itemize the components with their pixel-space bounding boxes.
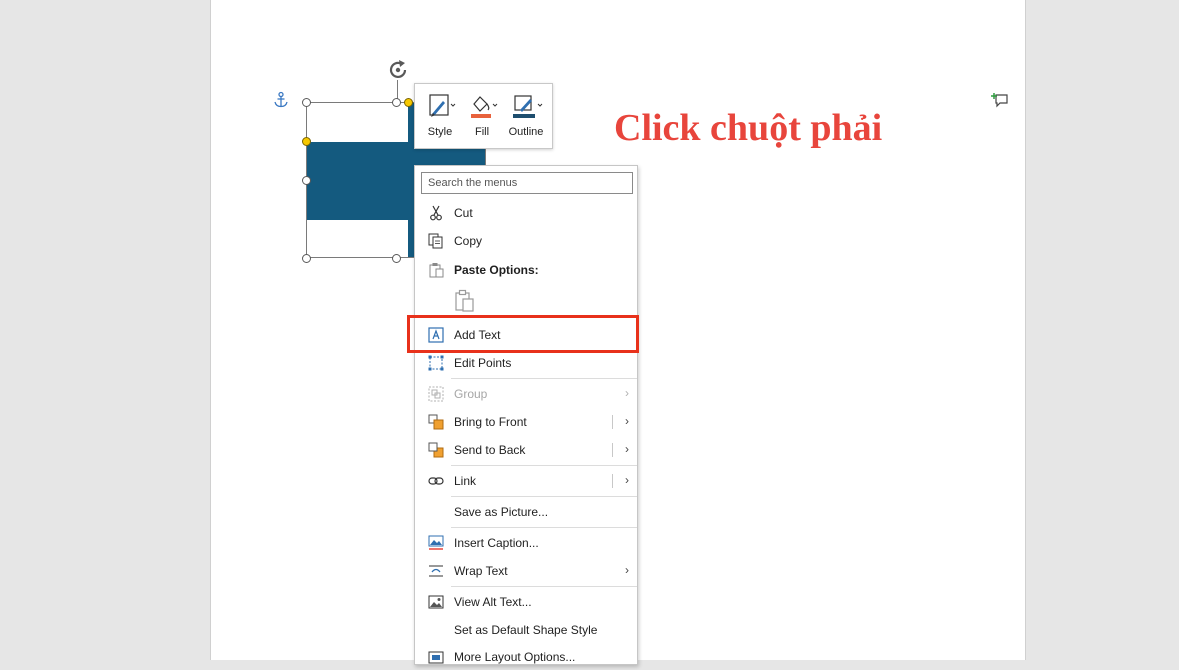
bring-to-front-label: Bring to Front <box>454 415 527 429</box>
paste-keep-source-icon[interactable] <box>453 289 477 313</box>
fill-label: Fill <box>474 126 490 138</box>
handle-middle-left[interactable] <box>302 176 311 185</box>
adjust-handle-top[interactable] <box>404 98 413 107</box>
menu-item-bring-to-front[interactable]: Bring to Front › <box>416 409 637 435</box>
group-label: Group <box>454 387 488 401</box>
fill-bucket-icon <box>471 96 498 118</box>
menu-item-group: Group › <box>416 381 637 407</box>
adjust-handle-left[interactable] <box>302 137 311 146</box>
fill-button[interactable]: Fill <box>461 88 503 144</box>
wrap-text-label: Wrap Text <box>454 564 508 578</box>
mini-toolbar: Style Fill Outline <box>414 83 553 149</box>
menu-divider <box>451 496 637 497</box>
group-icon <box>428 386 444 402</box>
search-menus-input[interactable] <box>421 172 633 194</box>
menu-item-view-alt-text[interactable]: View Alt Text... <box>416 589 637 615</box>
copy-label: Copy <box>454 234 483 248</box>
menu-item-wrap-text[interactable]: Wrap Text › <box>416 558 637 584</box>
menu-divider <box>451 527 637 528</box>
menu-item-copy[interactable]: Copy <box>416 228 637 254</box>
shape-outline-icon <box>513 95 543 118</box>
chevron-right-icon[interactable]: › <box>625 473 629 487</box>
view-alt-text-label: View Alt Text... <box>454 595 532 609</box>
cut-label: Cut <box>454 206 473 220</box>
menu-item-insert-caption[interactable]: Insert Caption... <box>416 530 637 556</box>
edit-points-label: Edit Points <box>454 356 512 370</box>
handle-top-middle[interactable] <box>392 98 401 107</box>
paste-options-label: Paste Options: <box>454 263 539 277</box>
scissors-icon <box>430 205 442 221</box>
menu-item-link[interactable]: Link › <box>416 468 637 494</box>
wrap-text-icon <box>429 565 443 577</box>
new-comment-icon[interactable] <box>991 91 1009 109</box>
add-text-highlight <box>407 315 639 353</box>
anchor-icon[interactable] <box>272 91 290 109</box>
menu-item-more-layout-options[interactable]: More Layout Options... <box>416 644 637 670</box>
copy-icon <box>428 233 443 249</box>
insert-caption-label: Insert Caption... <box>454 536 539 550</box>
outline-button[interactable]: Outline <box>503 88 549 144</box>
menu-item-set-default-shape-style[interactable]: Set as Default Shape Style <box>416 617 637 643</box>
style-label: Style <box>427 126 453 138</box>
menu-divider <box>451 378 637 379</box>
rotate-handle-icon[interactable] <box>386 58 410 82</box>
set-default-shape-style-label: Set as Default Shape Style <box>454 623 598 637</box>
alt-text-icon <box>428 595 444 609</box>
edit-points-icon <box>428 355 444 371</box>
outline-label: Outline <box>508 126 544 138</box>
chevron-right-icon[interactable]: › <box>625 414 629 428</box>
more-layout-options-label: More Layout Options... <box>454 650 576 664</box>
annotation-text: Click chuột phải <box>614 107 883 149</box>
menu-divider <box>451 465 637 466</box>
shape-style-icon <box>429 94 456 117</box>
bring-to-front-icon <box>428 414 444 430</box>
send-to-back-icon <box>428 442 444 458</box>
link-label: Link <box>454 474 477 488</box>
chevron-right-icon[interactable]: › <box>625 563 629 577</box>
paste-icon <box>429 263 444 278</box>
submenu-separator <box>612 474 613 488</box>
save-as-picture-label: Save as Picture... <box>454 505 549 519</box>
chevron-right-icon[interactable]: › <box>625 442 629 456</box>
submenu-separator <box>612 415 613 429</box>
menu-item-save-as-picture[interactable]: Save as Picture... <box>416 499 637 525</box>
handle-bottom-middle[interactable] <box>392 254 401 263</box>
handle-bottom-left[interactable] <box>302 254 311 263</box>
link-icon <box>428 477 444 485</box>
menu-item-edit-points[interactable]: Edit Points <box>416 350 637 376</box>
menu-item-paste-options: Paste Options: <box>416 257 637 283</box>
menu-item-cut[interactable]: Cut <box>416 200 637 226</box>
chevron-right-icon: › <box>625 386 629 400</box>
layout-options-icon <box>428 651 444 664</box>
menu-item-send-to-back[interactable]: Send to Back › <box>416 437 637 463</box>
style-button[interactable]: Style <box>419 88 461 144</box>
submenu-separator <box>612 443 613 457</box>
insert-caption-icon <box>428 535 444 550</box>
menu-divider <box>451 586 637 587</box>
context-menu: Cut Copy Paste Options: Add Text <box>414 165 638 665</box>
send-to-back-label: Send to Back <box>454 443 526 457</box>
handle-top-left[interactable] <box>302 98 311 107</box>
